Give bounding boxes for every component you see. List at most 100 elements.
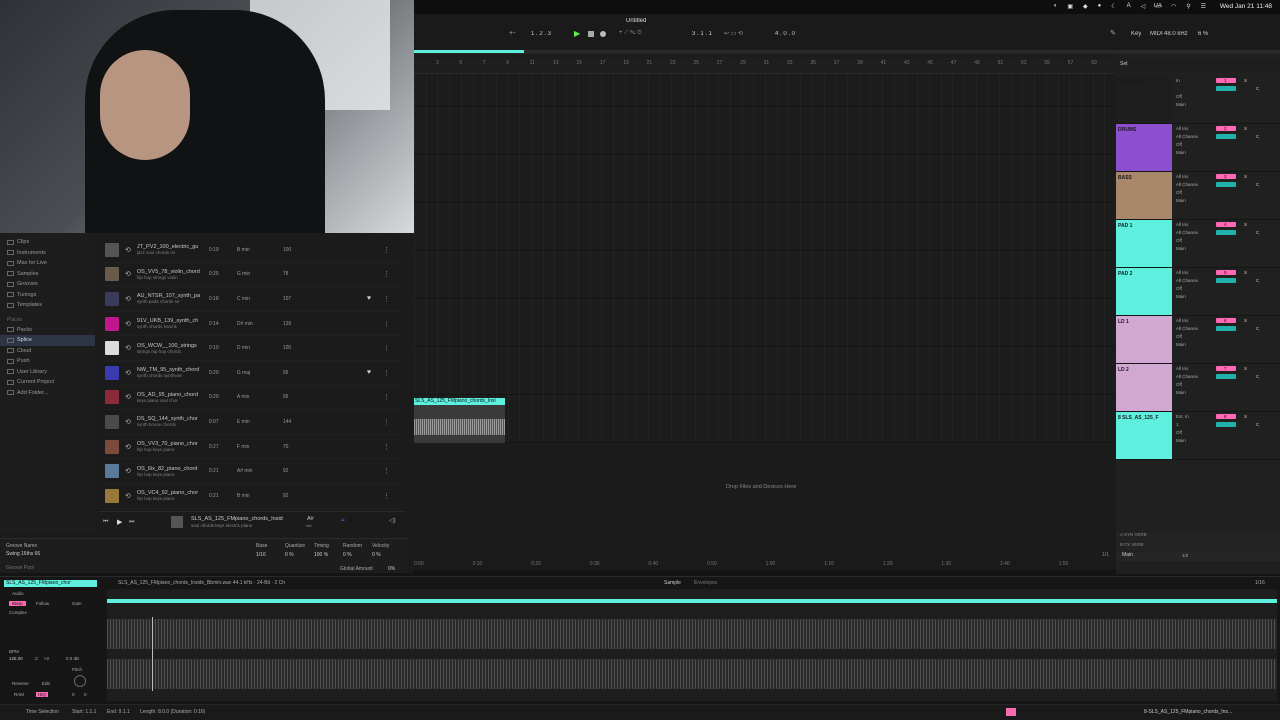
solo-button[interactable]: S	[1244, 318, 1247, 323]
track-header[interactable]: DRUMS All Ins All Channe Off Main 2 S C	[1116, 124, 1280, 172]
loop-icons[interactable]: ↩ ▭ ⟲	[724, 30, 743, 37]
track-lane[interactable]	[414, 442, 1116, 443]
track-out[interactable]: Main	[1176, 294, 1186, 299]
track-out[interactable]: Main	[1176, 438, 1186, 443]
clip-loop-bar[interactable]	[107, 599, 1277, 603]
app-icon[interactable]: ◆	[1083, 3, 1088, 10]
track-header[interactable]: LD 2 All Ins All Channe Off Main 7 S C	[1116, 364, 1280, 412]
track-channel[interactable]: All Channe	[1176, 134, 1198, 139]
volume-icon[interactable]: ◁	[1141, 3, 1146, 10]
groove-value[interactable]: 1/16	[256, 552, 284, 558]
track-input[interactable]: All Ins	[1176, 318, 1188, 323]
draw-mode-icon[interactable]: ✎	[1110, 29, 1116, 37]
drop-zone[interactable]	[414, 444, 1116, 562]
groove-pool-label[interactable]: Groove Pool	[6, 565, 34, 571]
clip-name-bar[interactable]: SLS_AS_125_FMpiano_chor	[4, 580, 97, 587]
wifi-icon[interactable]: ◠	[1171, 3, 1176, 10]
sidebar-item-clips[interactable]: Clips	[0, 237, 95, 248]
track-input[interactable]: All Ins	[1176, 366, 1188, 371]
track-meter[interactable]	[1216, 422, 1236, 427]
bpm-value[interactable]: 125.00	[9, 656, 23, 661]
sidebar-item-current-project[interactable]: Current Project	[0, 377, 95, 388]
pitch-knob[interactable]	[74, 675, 86, 687]
next-icon[interactable]: ⏭	[129, 519, 134, 526]
sidebar-item-user-library[interactable]: User Library	[0, 367, 95, 378]
track-off[interactable]: Off	[1176, 334, 1182, 339]
browser-row[interactable]: ⟲ OS_VV5_78_violin_chord hip hop strings v…	[99, 263, 404, 288]
track-meter[interactable]	[1216, 134, 1236, 139]
browser-row[interactable]: ⟲ NW_TM_95_synth_chord synth chords synthw…	[99, 361, 404, 386]
prev-icon[interactable]: ⏮	[103, 519, 108, 526]
sidebar-item-grooves[interactable]: Grooves	[0, 279, 95, 290]
track-lane[interactable]	[414, 346, 1116, 347]
detune-value[interactable]: 0	[84, 692, 87, 697]
track-header[interactable]: 8 SLS_AS_125_F Ext. In 1 Off Main 8 S C	[1116, 412, 1280, 460]
browser-row[interactable]: ⟲ AU_NTSR_107_synth_pa synth pads chords s…	[99, 287, 404, 312]
track-off[interactable]: Off	[1176, 238, 1182, 243]
tab-sample[interactable]: Sample	[664, 580, 681, 586]
track-input[interactable]: Ext. In	[1176, 414, 1189, 419]
track-meter[interactable]	[1216, 86, 1236, 91]
sidebar-item-tunings[interactable]: Tunings	[0, 290, 95, 301]
solo-button[interactable]: S	[1244, 222, 1247, 227]
solo-button[interactable]: S	[1244, 414, 1247, 419]
track-channel[interactable]: All Channe	[1176, 374, 1198, 379]
track-title[interactable]: SPL BRDG	[1116, 76, 1172, 123]
track-input[interactable]: All Ins	[1176, 270, 1188, 275]
preview-sync-icon[interactable]: ≈	[341, 517, 345, 524]
more-menu-icon[interactable]: ⋮	[383, 246, 390, 254]
track-title[interactable]: 8 SLS_AS_125_F	[1116, 412, 1172, 459]
time-ruler[interactable]: 0:00 0:10 0:20 0:30 0:40 0:50 1:00 1:10 1:20 1:30…	[414, 560, 1116, 570]
beat-ruler[interactable]: 3 5 7 9 11 13 15 17 19 21 23 25 27 29 31 33 35 37 39 41 43 45…	[414, 58, 1116, 74]
return-track-a[interactable]: A SYN VERB	[1116, 532, 1280, 541]
more-menu-icon[interactable]: ⋮	[383, 418, 390, 426]
a-icon[interactable]: A	[1127, 3, 1131, 10]
solo-button[interactable]: S	[1244, 126, 1247, 131]
track-input[interactable]: All Ins	[1176, 222, 1188, 227]
track-lane[interactable]	[414, 394, 1116, 395]
browser-row[interactable]: ⟲ JT_PV2_100_electric_gu jazz soul chords …	[99, 238, 404, 263]
arrangement-view[interactable]: 3 5 7 9 11 13 15 17 19 21 23 25 27 29 31 33 35 37 39 41 43 45…	[414, 54, 1116, 570]
key-map-label[interactable]: Key	[1131, 31, 1141, 37]
halve-button[interactable]: :2	[34, 656, 38, 661]
solo-button[interactable]: S	[1244, 174, 1247, 179]
favorite-heart-icon[interactable]: ♥	[367, 295, 381, 302]
track-out[interactable]: Main	[1176, 198, 1186, 203]
gain-value[interactable]: 0.0 dB	[66, 656, 79, 661]
sidebar-item-splice[interactable]: Splice	[0, 335, 95, 346]
pitch-value[interactable]: 0	[72, 692, 75, 697]
track-input[interactable]: All Ins	[1176, 126, 1188, 131]
global-amount-value[interactable]: 0%	[388, 566, 395, 572]
track-off[interactable]: Off	[1176, 94, 1182, 99]
mute-button[interactable]: C	[1256, 278, 1259, 283]
solo-button[interactable]: S	[1244, 78, 1247, 83]
play-icon[interactable]: ▶	[574, 29, 580, 38]
track-channel[interactable]: All Channe	[1176, 230, 1198, 235]
overview-bar[interactable]	[414, 50, 1280, 53]
track-out[interactable]: Main	[1176, 150, 1186, 155]
track-title[interactable]: DRUMS	[1116, 124, 1172, 171]
mute-button[interactable]: C	[1256, 86, 1259, 91]
groove-name-value[interactable]: Swing 16ths 66	[6, 551, 40, 557]
track-channel[interactable]: All Channe	[1176, 182, 1198, 187]
controls-icon[interactable]: ☰	[1201, 3, 1206, 10]
track-lane[interactable]	[414, 250, 1116, 251]
groove-value[interactable]: 0 %	[343, 552, 371, 558]
loop-length[interactable]: 4 . 0 . 0	[775, 31, 795, 37]
track-off[interactable]: Off	[1176, 430, 1182, 435]
contrast-icon[interactable]: ◐	[1054, 3, 1058, 10]
track-out[interactable]: Main	[1176, 390, 1186, 395]
automation-icons[interactable]: + ⟋ ✎ ⊙	[619, 30, 642, 37]
tab-envelopes[interactable]: Envelopes	[694, 580, 717, 586]
track-meter[interactable]	[1216, 182, 1236, 187]
arrangement-grid[interactable]	[414, 74, 1116, 444]
browser-row[interactable]: ⟲ OS_WCW__100_strings strings hip hop chor…	[99, 336, 404, 361]
solo-button[interactable]: S	[1244, 366, 1247, 371]
mute-button[interactable]: C	[1256, 422, 1259, 427]
master-track[interactable]: Main 1/2	[1116, 552, 1280, 561]
track-header[interactable]: BASS All Ins All Channe Off Main 3 S C	[1116, 172, 1280, 220]
track-title[interactable]: LD 2	[1116, 364, 1172, 411]
track-meter[interactable]	[1216, 230, 1236, 235]
track-header[interactable]: PAD 2 All Ins All Channe Off Main 5 S C	[1116, 268, 1280, 316]
track-out[interactable]: Main	[1176, 102, 1186, 107]
